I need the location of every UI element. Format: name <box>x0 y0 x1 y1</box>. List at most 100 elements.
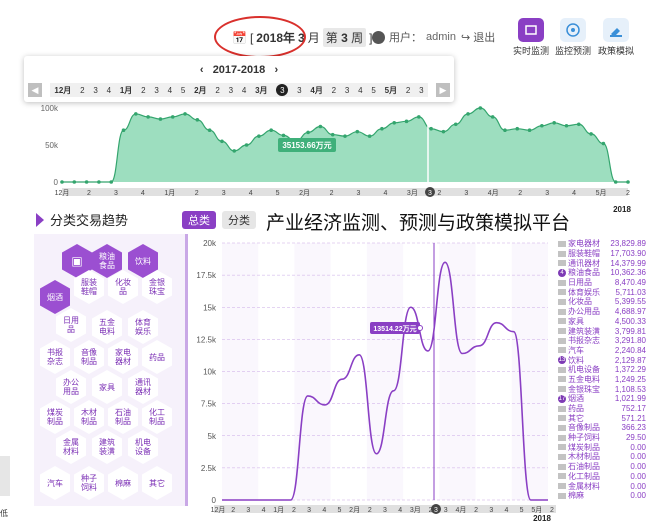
week-item[interactable]: 3月 <box>255 85 267 96</box>
y-tick-label: 5k <box>208 432 217 441</box>
week-item[interactable]: 4月 <box>310 85 322 96</box>
legend-value: 0.00 <box>630 462 646 472</box>
highlight-oval <box>214 16 306 58</box>
category-hex[interactable]: 办公 用品 <box>56 370 86 404</box>
category-hex[interactable]: 日用品 <box>56 308 86 342</box>
week-item[interactable]: 2 <box>215 86 219 95</box>
category-hex[interactable]: 其它 <box>142 466 172 500</box>
week-item[interactable]: 3 <box>297 86 301 95</box>
legend-value: 17,703.90 <box>610 249 646 259</box>
week-item[interactable]: 4 <box>358 86 362 95</box>
category-hex[interactable]: 粮油 食品 <box>92 244 122 278</box>
tooltip-text: 13514.22万元 <box>373 325 416 333</box>
area-point <box>478 106 483 110</box>
week-item[interactable]: 1月 <box>120 85 132 96</box>
x-tick-label: 5月 <box>596 189 607 197</box>
y-tick-label: 2.5k <box>201 464 217 473</box>
category-hex[interactable]: 五金 电料 <box>92 310 122 344</box>
area-point <box>134 112 138 116</box>
category-hex[interactable]: 药品 <box>142 340 172 374</box>
category-hex[interactable]: 机电 设备 <box>128 430 158 464</box>
next-year-icon[interactable]: › <box>274 64 278 76</box>
week-item[interactable]: 2 <box>141 86 145 95</box>
selected-week-label: 3 <box>434 507 438 514</box>
area-point <box>392 121 397 125</box>
y-tick-label: 0 <box>212 496 217 505</box>
scroll-left-button[interactable]: ◀ <box>28 83 42 97</box>
x-tick-label: 2 <box>292 507 296 514</box>
prev-year-icon[interactable]: ‹ <box>200 64 204 76</box>
week-item[interactable]: 12月 <box>54 85 71 96</box>
week-item[interactable]: 3 <box>229 86 233 95</box>
week-item[interactable]: 5月 <box>385 85 397 96</box>
area-point <box>601 141 606 146</box>
category-hex[interactable]: 汽车 <box>40 466 70 500</box>
tab-category[interactable]: 分类 <box>222 211 256 229</box>
nav-label: 政策模拟 <box>597 46 634 56</box>
nav-realtime-monitor[interactable]: 实时监测 <box>508 18 554 57</box>
week-item[interactable]: 2 <box>332 86 336 95</box>
category-hex[interactable]: 体育 娱乐 <box>128 310 158 344</box>
x-tick-label: 4月 <box>488 189 499 197</box>
week-item[interactable]: 4 <box>168 86 172 95</box>
x-tick-label: 2 <box>626 190 630 197</box>
scroll-right-button[interactable]: ▶ <box>436 83 450 97</box>
category-hex[interactable]: 化工 制品 <box>142 400 172 434</box>
week-item[interactable]: 2月 <box>194 85 206 96</box>
area-point <box>527 128 532 132</box>
category-hex[interactable]: 烟酒 <box>40 280 70 314</box>
category-hex[interactable]: 家电 器材 <box>108 340 138 374</box>
week-item[interactable]: 3 <box>276 84 289 96</box>
week-item[interactable]: 2 <box>80 86 84 95</box>
x-axis-bar <box>62 188 628 196</box>
week-prefix: 第 <box>325 31 338 45</box>
x-tick-label: 2 <box>474 507 478 514</box>
left-scrollbar[interactable] <box>0 456 10 496</box>
legend-value: 2,240.84 <box>614 345 646 355</box>
nav-forecast[interactable]: 监控预测 <box>550 18 596 57</box>
category-hex[interactable]: 音像 制品 <box>74 340 104 374</box>
x-tick-label: 2 <box>368 507 372 514</box>
y-tick-label: 0 <box>54 178 59 187</box>
x-tick-label: 2 <box>231 507 235 514</box>
area-point <box>109 180 114 184</box>
legend-swatch: 13 <box>558 356 566 365</box>
category-hex[interactable]: 木材 制品 <box>74 400 104 434</box>
area-point <box>367 134 372 138</box>
category-hex[interactable]: 书报 杂志 <box>40 340 70 374</box>
category-hex[interactable]: 家具 <box>92 370 122 404</box>
x-tick-label: 4 <box>398 507 402 514</box>
area-point <box>576 122 581 127</box>
legend-swatch <box>558 298 566 305</box>
week-item[interactable]: 5 <box>181 86 185 95</box>
legend-value: 1,249.25 <box>614 374 646 384</box>
week-item[interactable]: 3 <box>154 86 158 95</box>
week-item[interactable]: 3 <box>345 86 349 95</box>
area-point <box>330 132 335 137</box>
nav-policy[interactable]: 政策模拟 <box>593 18 639 57</box>
selected-week-label: 3 <box>428 190 432 197</box>
legend-swatch <box>558 289 566 296</box>
week-item[interactable]: 5 <box>371 86 375 95</box>
category-hex[interactable]: 石油 制品 <box>108 400 138 434</box>
tab-all[interactable]: 总类 <box>182 211 216 229</box>
week-item[interactable]: 4 <box>242 86 246 95</box>
category-hex[interactable]: 建筑 装潢 <box>92 430 122 464</box>
category-hex[interactable]: 种子 饲料 <box>74 466 104 500</box>
category-hex[interactable]: 金属 材料 <box>56 430 86 464</box>
week-item[interactable]: 3 <box>419 86 423 95</box>
category-hex[interactable]: 通讯 器材 <box>128 370 158 404</box>
area-point <box>72 180 77 184</box>
legend-value: 23,829.89 <box>610 239 646 249</box>
forecast-icon <box>560 18 586 42</box>
week-item[interactable]: 4 <box>107 86 111 95</box>
category-hex[interactable]: 煤炭 制品 <box>40 400 70 434</box>
category-hex[interactable]: 棉麻 <box>108 466 138 500</box>
category-hex[interactable]: 化妆品 <box>108 270 138 304</box>
week-item[interactable]: 2 <box>406 86 410 95</box>
week-item[interactable]: 3 <box>93 86 97 95</box>
logout-button[interactable]: ↪ 退出 <box>461 29 495 45</box>
legend-value: 14,379.99 <box>610 258 646 268</box>
area-point <box>453 122 458 127</box>
legend-item[interactable]: 棉麻 0.00 <box>558 491 646 501</box>
